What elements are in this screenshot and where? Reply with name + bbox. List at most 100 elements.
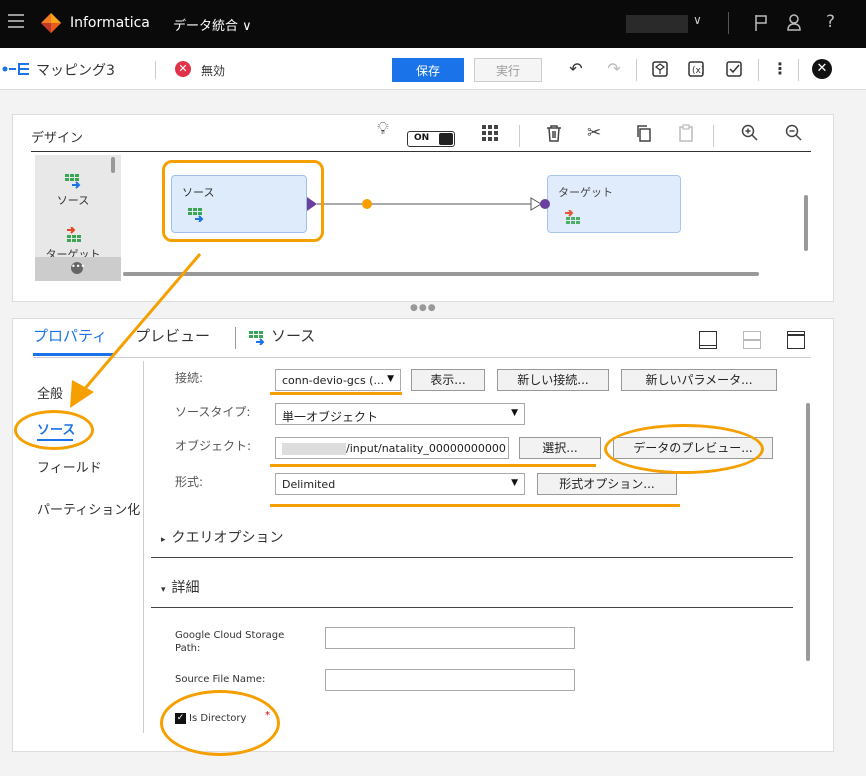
check-icon[interactable] [724,59,744,79]
top-bar: Informatica データ統合 ∨ ∨ ? [0,0,866,48]
section-divider [151,557,793,558]
dropdown-arrow-icon: ▼ [387,374,394,384]
canvas-vertical-scrollbar[interactable] [804,195,808,251]
service-switcher[interactable]: データ統合 ∨ [173,15,252,34]
object-field[interactable]: /input/natality_00000000000 [275,437,509,459]
gcs-path-label: Google Cloud Storage Path: [175,630,285,654]
close-icon[interactable]: ✕ [812,59,832,79]
annotation-highlight [162,160,324,242]
properties-panel: プロパティ プレビュー ソース 全般 ソース フィールド パーティション化 接続… [12,318,834,752]
transformation-palette: ソース ターゲット ••• [35,155,121,281]
format-options-button[interactable]: 形式オプション... [537,473,677,495]
section-divider [151,607,793,608]
section-title: 詳細 [171,580,200,596]
side-item-partitioning[interactable]: パーティション化 [37,499,140,518]
more-icon[interactable]: ••• [71,262,85,274]
show-connection-button[interactable]: 表示... [411,369,485,391]
redo-icon[interactable]: ↷ [604,59,624,79]
help-icon[interactable]: ? [826,12,835,32]
copy-icon[interactable] [635,124,653,142]
annotation-circle [14,410,94,450]
tab-preview[interactable]: プレビュー [135,325,210,346]
divider [798,59,799,81]
format-select[interactable]: Delimited ▼ [275,473,525,495]
tab-divider [33,357,811,358]
more-options-icon[interactable]: ⋮ [770,59,790,79]
invalid-status-icon: ✕ [175,61,191,77]
format-value: Delimited [282,478,336,491]
select-object-button[interactable]: 選択... [519,437,601,459]
palette-scrollbar[interactable] [111,157,115,173]
source-icon [65,174,81,189]
link-connector[interactable] [307,193,555,217]
canvas-horizontal-scrollbar[interactable] [123,272,759,276]
format-label: 形式: [175,475,204,489]
org-selector[interactable] [626,15,688,33]
new-parameter-button[interactable]: 新しいパラメータ... [621,369,777,391]
connection-select[interactable]: conn-devio-gcs (... ▼ [275,369,401,391]
palette-label: ソース [56,194,90,207]
run-button[interactable]: 実行 [474,58,542,82]
layout-bottom-icon[interactable] [699,331,717,349]
design-panel: デザイン 💡︎ ON ✂︎ ソース ターゲット ••• ソース ターゲット [12,114,834,302]
source-file-input[interactable] [325,669,575,691]
section-title: クエリオプション [171,530,284,546]
layout-top-icon[interactable] [787,331,805,349]
divider [155,61,156,79]
target-node[interactable]: ターゲット [547,175,681,233]
chevron-down-icon[interactable]: ∨ [693,13,702,27]
new-connection-button[interactable]: 新しい接続... [497,369,609,391]
mapping-icon [2,63,29,75]
connection-value: conn-devio-gcs (... [282,374,384,387]
tab-properties[interactable]: プロパティ [33,325,107,346]
delete-icon[interactable] [545,124,563,142]
redacted-bucket [282,443,346,455]
panel-resize-handle[interactable]: ●●● [410,303,437,313]
design-title: デザイン [31,131,84,146]
palette-item-source[interactable]: ソース [35,173,111,208]
gcs-path-input[interactable] [325,627,575,649]
query-options-section[interactable]: ▸ クエリオプション [161,527,284,547]
selected-object-label: ソース [271,327,316,345]
zoom-in-icon[interactable] [741,124,759,142]
annotation-underline [270,504,680,507]
object-label: オブジェクト: [175,439,252,453]
menu-icon[interactable] [8,14,24,30]
palette-footer: ••• [35,257,121,281]
zoom-out-icon[interactable] [785,124,803,142]
svg-text:(x): (x) [692,66,704,76]
annotation-circle [604,424,764,474]
details-section[interactable]: ▾ 詳細 [161,577,200,597]
properties-scrollbar[interactable] [806,403,810,661]
side-item-general[interactable]: 全般 [37,383,63,402]
status-label: 無効 [201,64,226,78]
user-icon[interactable] [786,13,802,31]
paste-icon[interactable] [677,124,695,142]
divider [235,327,236,349]
source-icon [249,331,265,345]
design-divider [31,151,811,152]
source-type-select[interactable]: 単一オブジェクト ▼ [275,403,525,425]
save-button[interactable]: 保存 [392,58,464,82]
divider [758,59,759,81]
node-label: ターゲット [558,186,613,199]
expand-icon: ▸ [161,535,166,545]
informatica-logo [41,13,61,33]
source-file-label: Source File Name: [175,674,266,685]
side-item-fields[interactable]: フィールド [37,457,102,476]
flag-icon[interactable] [754,14,768,32]
app-name: Informatica [70,15,150,31]
undo-icon[interactable]: ↶ [566,59,586,79]
cut-icon[interactable]: ✂︎ [587,123,601,143]
annotation-underline [270,464,596,467]
lightbulb-icon[interactable]: 💡︎ [377,119,389,139]
validation-toggle[interactable]: ON [407,131,455,147]
connection-label: 接続: [175,371,204,385]
layout-split-icon[interactable] [743,331,761,349]
active-tab-indicator [33,353,115,356]
annotation-circle [160,690,280,756]
parameter-icon[interactable]: (x) [686,59,706,79]
grid-icon[interactable] [481,124,499,142]
divider [636,59,637,81]
validate-mapping-icon[interactable] [650,59,670,79]
